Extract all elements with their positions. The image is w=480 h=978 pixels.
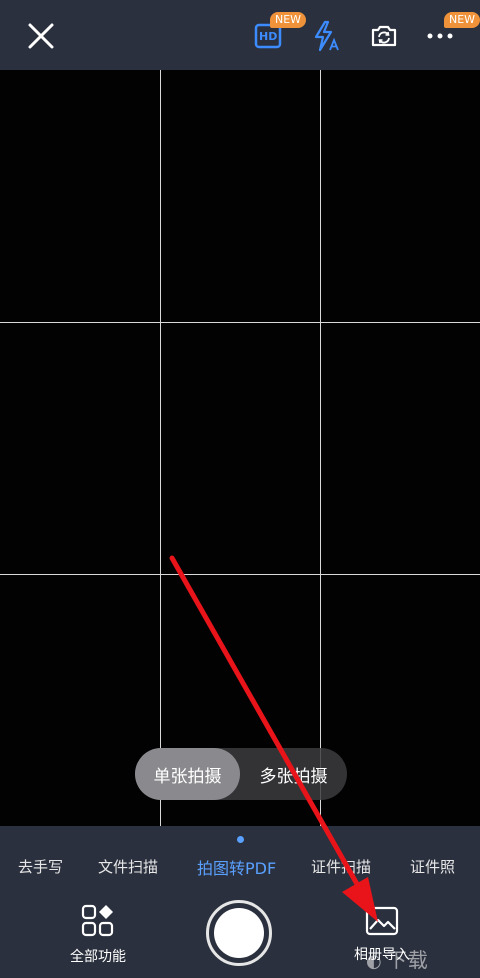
watermark-text: 下载	[386, 948, 429, 972]
image-gallery-icon	[365, 906, 399, 936]
more-button[interactable]: NEW	[420, 12, 480, 56]
switch-camera-button[interactable]	[364, 16, 404, 56]
grid-apps-icon	[81, 904, 114, 937]
top-bar: HD NEW NEW	[0, 0, 480, 70]
tab-remove-handwriting[interactable]: 去手写	[18, 856, 63, 877]
shutter-inner	[214, 908, 264, 958]
switch-camera-icon	[371, 25, 397, 47]
all-features-label: 全部功能	[70, 949, 126, 965]
tab-id-scan[interactable]: 证件扫描	[311, 856, 371, 877]
close-button[interactable]	[21, 16, 61, 56]
hd-label: HD	[259, 30, 278, 43]
flash-button[interactable]	[306, 16, 346, 56]
hd-new-badge: NEW	[270, 12, 307, 28]
multi-shot-option[interactable]: 多张拍摄	[240, 748, 347, 800]
more-icon	[427, 33, 453, 39]
grid-line-vertical-2	[320, 70, 321, 826]
tab-id-photo[interactable]: 证件照	[410, 856, 455, 877]
camera-viewfinder[interactable]	[0, 70, 480, 826]
all-features-button[interactable]: 全部功能	[62, 904, 134, 966]
hd-button[interactable]: HD NEW	[248, 12, 307, 56]
grid-line-vertical-1	[160, 70, 161, 826]
grid-line-horizontal-1	[0, 322, 480, 323]
flash-auto-icon	[314, 20, 339, 52]
active-tab-indicator	[237, 836, 244, 843]
close-icon	[28, 23, 54, 49]
capture-mode-toggle: 单张拍摄 多张拍摄	[135, 748, 347, 800]
shutter-button[interactable]	[206, 900, 272, 966]
more-new-badge: NEW	[444, 12, 480, 28]
single-shot-option[interactable]: 单张拍摄	[135, 748, 240, 800]
tab-document-scan[interactable]: 文件扫描	[98, 856, 158, 877]
grid-line-horizontal-2	[0, 574, 480, 575]
tab-photo-to-pdf[interactable]: 拍图转PDF	[197, 855, 276, 879]
watermark-logo-icon: ◐	[366, 951, 383, 972]
watermark: ◐ 下载	[366, 944, 429, 973]
